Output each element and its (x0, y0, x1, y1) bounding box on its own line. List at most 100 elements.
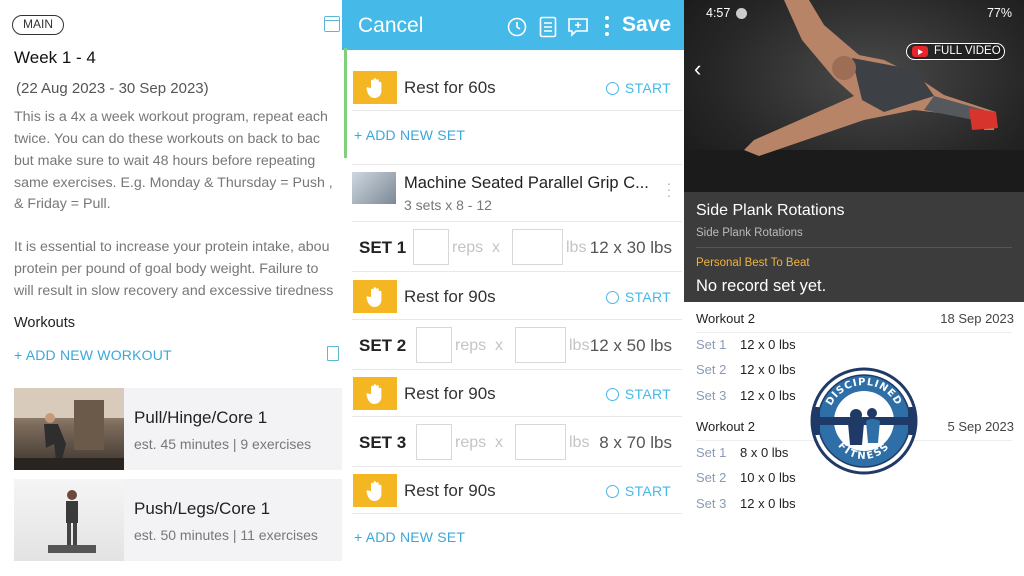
history-set-label: Set 2 (696, 470, 727, 485)
description-line: but make sure to wait 48 hours before re… (14, 153, 316, 169)
weight-input[interactable] (515, 424, 566, 460)
divider (696, 247, 1012, 248)
rest-label: Rest for 90s (404, 287, 496, 306)
add-set-link[interactable]: + ADD NEW SET (354, 529, 465, 545)
history-set-value: 12 x 0 lbs (740, 496, 796, 511)
history-date: 5 Sep 2023 (947, 419, 1014, 434)
start-label: START (624, 483, 671, 499)
timer-icon (605, 485, 619, 498)
full-video-label: FULL VIDEO (934, 45, 1001, 57)
document-icon[interactable] (327, 346, 339, 361)
previous-performance: 8 x 70 lbs (599, 433, 672, 452)
rest-hand-icon (353, 280, 397, 313)
rest-hand-icon (353, 474, 397, 507)
reps-unit: reps (455, 434, 487, 451)
reps-input[interactable] (416, 424, 452, 460)
history-workout-title: Workout 2 (696, 419, 756, 434)
start-label: START (624, 289, 671, 305)
rest-label: Rest for 90s (404, 481, 496, 500)
rest-row: Rest for 90s START (352, 272, 682, 320)
weight-input[interactable] (512, 229, 563, 265)
exercise-info: Side Plank Rotations Side Plank Rotation… (684, 192, 1024, 302)
exercise-subtitle: Side Plank Rotations (696, 227, 803, 239)
history-set-value: 12 x 0 lbs (740, 362, 796, 377)
rest-hand-icon (353, 377, 397, 410)
workout-meta: est. 45 minutes | 9 exercises (134, 436, 312, 452)
history-date: 18 Sep 2023 (940, 311, 1014, 326)
disciplined-fitness-logo: DISCIPLINED FITNESS (810, 367, 918, 475)
history-set-label: Set 1 (696, 337, 727, 352)
start-label: START (624, 386, 671, 402)
set-label: SET 2 (359, 336, 407, 355)
start-rest-button[interactable]: START (605, 80, 671, 96)
description-line: It is essential to increase your protein… (14, 239, 330, 255)
description-line: protein per pound of goal body weight. F… (14, 261, 319, 277)
history-set-value: 10 x 0 lbs (740, 470, 796, 485)
more-options-icon[interactable] (604, 15, 610, 42)
workouts-heading: Workouts (14, 315, 75, 331)
timer-icon (605, 388, 619, 401)
set-row: SET 1 reps x lbs 12 x 30 lbs (352, 222, 682, 272)
date-range: (22 Aug 2023 - 30 Sep 2023) (16, 80, 209, 97)
timer-icon (605, 291, 619, 304)
start-label: START (624, 80, 671, 96)
set-label: SET 3 (359, 433, 407, 452)
history-set-value: 12 x 0 lbs (740, 337, 796, 352)
weight-unit: lbs (569, 337, 590, 354)
set-row: SET 3 reps x lbs 8 x 70 lbs (352, 417, 682, 467)
reps-unit: reps (452, 239, 484, 256)
exercise-video[interactable]: 4:57 77% FULL VIDEO ‹ (684, 0, 1024, 192)
description-line: twice. You can do these workouts on back… (14, 131, 321, 147)
status-time: 4:57 (706, 6, 731, 20)
description-line: This is a 4x a week workout program, rep… (14, 109, 328, 125)
reps-input[interactable] (416, 327, 452, 363)
add-workout-link[interactable]: + ADD NEW WORKOUT (14, 347, 172, 363)
times-sign: x (495, 337, 503, 354)
workout-log-panel: Cancel Save Rest for 60s START + ADD NEW… (342, 0, 684, 576)
cancel-button[interactable]: Cancel (358, 14, 423, 38)
times-sign: x (495, 434, 503, 451)
timer-icon (605, 82, 619, 95)
workout-title: Pull/Hinge/Core 1 (134, 408, 268, 427)
back-chevron-icon[interactable]: ‹ (694, 56, 701, 82)
history-set-label: Set 1 (696, 445, 727, 460)
weight-unit: lbs (569, 434, 590, 451)
start-rest-button[interactable]: START (605, 386, 671, 402)
weight-input[interactable] (515, 327, 566, 363)
rest-row: Rest for 90s START (352, 467, 682, 514)
rest-row: Rest for 90s START (352, 370, 682, 417)
previous-performance: 12 x 30 lbs (589, 238, 672, 257)
start-rest-button[interactable]: START (605, 289, 671, 305)
set-row: SET 2 reps x lbs 12 x 50 lbs (352, 320, 682, 370)
exercise-name: Side Plank Rotations (696, 202, 845, 219)
times-sign: x (492, 239, 500, 256)
workout-card[interactable]: Pull/Hinge/Core 1 est. 45 minutes | 9 ex… (14, 388, 342, 470)
add-set-link[interactable]: + ADD NEW SET (354, 127, 465, 143)
workout-title: Push/Legs/Core 1 (134, 499, 271, 518)
timer-icon[interactable] (506, 16, 528, 43)
phase-tag[interactable]: MAIN (12, 15, 64, 35)
full-video-button[interactable]: FULL VIDEO (906, 43, 1005, 60)
exercise-row-border (352, 164, 682, 222)
youtube-icon (912, 46, 928, 57)
rest-row: Rest for 60s START (352, 62, 682, 111)
workout-thumbnail (14, 479, 124, 561)
history-set-label: Set 3 (696, 496, 727, 511)
description-line: & Friday = Pull. (14, 196, 111, 212)
start-rest-button[interactable]: START (605, 483, 671, 499)
set-label: SET 1 (359, 238, 407, 257)
personal-best-value: No record set yet. (696, 277, 827, 295)
top-bar: Cancel Save (342, 0, 684, 50)
active-exercise-indicator (344, 48, 347, 158)
save-button[interactable]: Save (622, 13, 671, 37)
weight-unit: lbs (566, 239, 587, 256)
reps-input[interactable] (413, 229, 449, 265)
battery-level: 77% (986, 6, 1012, 20)
workout-card[interactable]: Push/Legs/Core 1 est. 50 minutes | 11 ex… (14, 479, 342, 561)
notes-icon[interactable] (539, 16, 557, 43)
history-set-label: Set 3 (696, 388, 727, 403)
rest-label: Rest for 60s (404, 78, 496, 97)
add-comment-icon[interactable] (567, 16, 589, 43)
reps-unit: reps (455, 337, 487, 354)
calendar-icon[interactable] (324, 16, 340, 32)
